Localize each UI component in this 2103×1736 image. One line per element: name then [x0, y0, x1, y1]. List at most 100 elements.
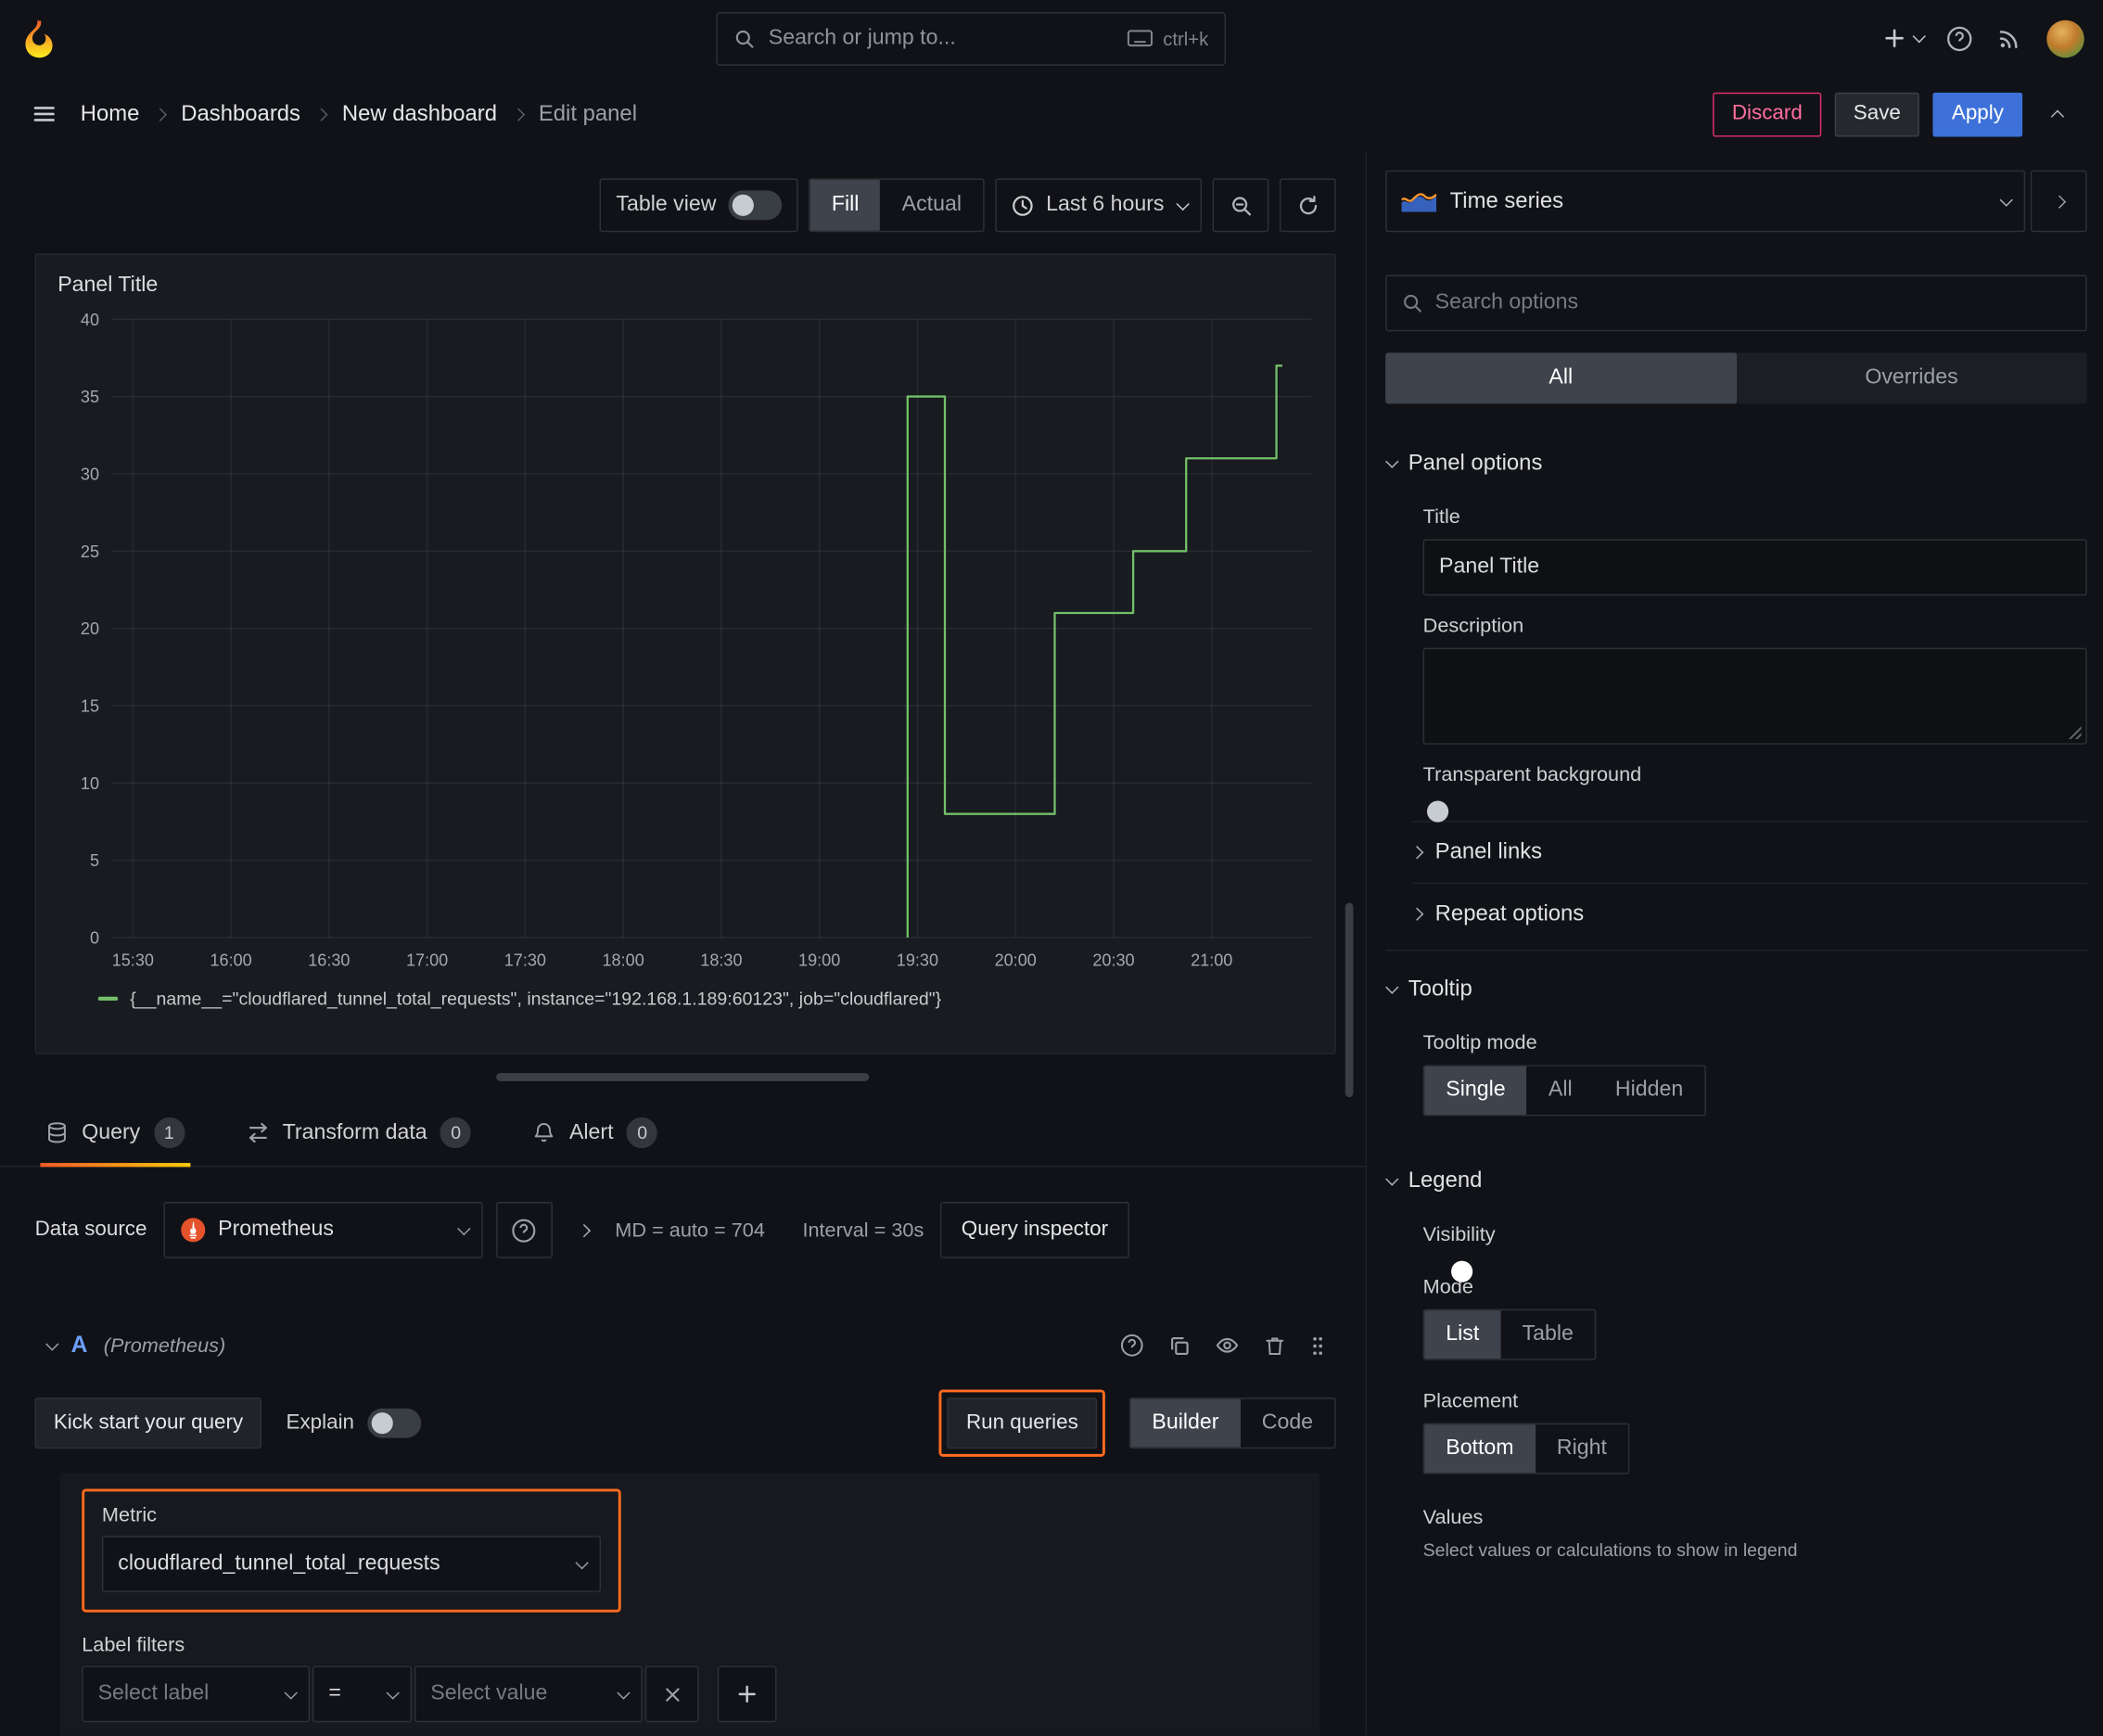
timeseries-chart[interactable]: 0 5 10 15 20 25 30 35 40 15:30 16:00 16:30 17:00 17:3… [52, 303, 1318, 980]
legend-mode-list[interactable]: List [1424, 1310, 1501, 1359]
chevron-down-icon [1385, 979, 1399, 994]
explain-switch[interactable] [367, 1408, 422, 1438]
global-search-input[interactable]: Search or jump to... ctrl+k [716, 11, 1227, 66]
duplicate-query-icon[interactable] [1168, 1334, 1192, 1357]
tab-overrides[interactable]: Overrides [1736, 352, 2086, 403]
select-value-dropdown[interactable]: Select value [414, 1666, 643, 1723]
breadcrumb-home[interactable]: Home [81, 101, 140, 126]
tooltip-mode-single[interactable]: Single [1424, 1066, 1527, 1115]
main-content: Table view Fill Actual Last 6 hours Pane… [0, 151, 2103, 1736]
metric-label: Metric [101, 1503, 158, 1527]
query-inspector-button[interactable]: Query inspector [939, 1202, 1130, 1258]
chevron-right-icon [1409, 846, 1424, 860]
panel-title-input[interactable]: Panel Title [1422, 539, 2087, 596]
repeat-options-header[interactable]: Repeat options [1409, 882, 2087, 945]
datasource-picker[interactable]: Prometheus [162, 1202, 483, 1258]
query-row-header[interactable]: A (Prometheus) [35, 1317, 1336, 1373]
collapse-options-pane-button[interactable] [2036, 91, 2082, 136]
legend-mode-table[interactable]: Table [1500, 1310, 1595, 1359]
kick-start-query-button[interactable]: Kick start your query [34, 1398, 262, 1449]
actual-option[interactable]: Actual [881, 180, 984, 231]
fill-option[interactable]: Fill [809, 179, 881, 231]
tab-transform-data[interactable]: Transform data 0 [241, 1100, 477, 1166]
panel-view-toolbar: Table view Fill Actual Last 6 hours [0, 151, 1365, 253]
menu-toggle-button[interactable] [21, 91, 67, 136]
legend-placement-bottom[interactable]: Bottom [1424, 1424, 1536, 1474]
breadcrumb-dashboards[interactable]: Dashboards [181, 101, 300, 126]
search-options-input[interactable]: Search options [1385, 274, 2087, 332]
select-label-dropdown[interactable]: Select label [82, 1666, 311, 1723]
chevron-down-icon [617, 1685, 631, 1699]
chevron-down-icon [1176, 197, 1190, 211]
tooltip-mode-all[interactable]: All [1527, 1066, 1594, 1115]
explain-label: Explain [286, 1410, 355, 1435]
chevron-right-icon [2052, 194, 2066, 209]
drag-handle-icon[interactable] [1310, 1334, 1325, 1357]
tab-alert[interactable]: Alert 0 [528, 1100, 663, 1166]
interval: Interval = 30s [802, 1219, 924, 1242]
legend-placement-group: Bottom Right [1422, 1423, 1630, 1474]
search-shortcut: ctrl+k [1127, 28, 1208, 49]
chevron-down-icon [386, 1685, 400, 1699]
svg-text:16:00: 16:00 [210, 951, 251, 969]
legend-header[interactable]: Legend [1385, 1156, 2086, 1205]
chevron-right-icon [511, 107, 525, 121]
panel-title[interactable]: Panel Title [52, 265, 1318, 303]
legend-placement-right[interactable]: Right [1536, 1424, 1628, 1473]
legend-series-label[interactable]: {__name__="cloudflared_tunnel_total_requ… [130, 989, 941, 1009]
legend-placement-label: Placement [1422, 1389, 1519, 1413]
section-tooltip: Tooltip Tooltip mode Single All Hidden [1385, 964, 2086, 1117]
query-options-expand-icon[interactable] [577, 1223, 591, 1237]
left-column-scrollbar[interactable] [1345, 902, 1354, 1098]
panel-links-header[interactable]: Panel links [1409, 821, 2087, 883]
hide-query-eye-icon[interactable] [1215, 1334, 1239, 1358]
transparent-background-label: Transparent background [1422, 763, 1642, 786]
operator-dropdown[interactable]: = [312, 1666, 413, 1723]
table-view-switch[interactable] [728, 190, 783, 221]
run-queries-button[interactable]: Run queries [947, 1398, 1098, 1449]
time-range-picker[interactable]: Last 6 hours [995, 178, 1203, 233]
svg-text:16:30: 16:30 [308, 951, 350, 969]
add-new-button[interactable] [1883, 27, 1926, 50]
legend-series-swatch [97, 996, 119, 1002]
builder-option[interactable]: Builder [1130, 1398, 1241, 1448]
panel-options-header[interactable]: Panel options [1385, 439, 2086, 487]
news-broadcast-button[interactable] [1997, 25, 2022, 50]
tooltip-header[interactable]: Tooltip [1385, 964, 2086, 1013]
title-label: Title [1422, 505, 1460, 529]
tab-query[interactable]: Query 1 [40, 1100, 190, 1168]
user-avatar[interactable] [2046, 19, 2084, 57]
label-filters-label: Label filters [82, 1633, 185, 1657]
max-data-points: MD = auto = 704 [615, 1219, 765, 1242]
tab-all[interactable]: All [1385, 352, 1737, 404]
collapse-pane-button[interactable] [2030, 170, 2087, 233]
code-option[interactable]: Code [1241, 1399, 1335, 1448]
chevron-down-icon [456, 1221, 470, 1235]
query-help-icon[interactable] [1120, 1334, 1144, 1358]
save-button[interactable]: Save [1834, 92, 1920, 136]
remove-filter-button[interactable] [644, 1666, 699, 1723]
grafana-logo-icon[interactable] [19, 19, 58, 58]
annotation-highlight-run-queries: Run queries [939, 1389, 1105, 1457]
add-filter-button[interactable] [717, 1666, 777, 1723]
visualization-picker[interactable]: Time series [1385, 170, 2026, 233]
zoom-out-time-button[interactable] [1212, 178, 1269, 233]
panel-resize-handle[interactable] [496, 1073, 870, 1081]
transform-icon [247, 1121, 270, 1144]
apply-button[interactable]: Apply [1932, 92, 2023, 136]
plus-icon [1883, 27, 1906, 50]
breadcrumb-new-dashboard[interactable]: New dashboard [342, 101, 497, 126]
description-textarea[interactable] [1422, 647, 2087, 745]
annotation-highlight-metric: Metric cloudflared_tunnel_total_requests [82, 1488, 621, 1613]
datasource-help-button[interactable] [495, 1202, 553, 1258]
metric-select[interactable]: cloudflared_tunnel_total_requests [101, 1536, 602, 1592]
svg-text:0: 0 [90, 929, 99, 948]
svg-text:19:00: 19:00 [798, 951, 840, 969]
table-view-label: Table view [616, 193, 717, 216]
tooltip-mode-hidden[interactable]: Hidden [1594, 1066, 1705, 1115]
help-button[interactable] [1946, 25, 1973, 52]
discard-button[interactable]: Discard [1713, 92, 1822, 136]
delete-query-trash-icon[interactable] [1264, 1334, 1287, 1357]
refresh-button[interactable] [1279, 178, 1336, 233]
prometheus-icon [179, 1217, 206, 1244]
